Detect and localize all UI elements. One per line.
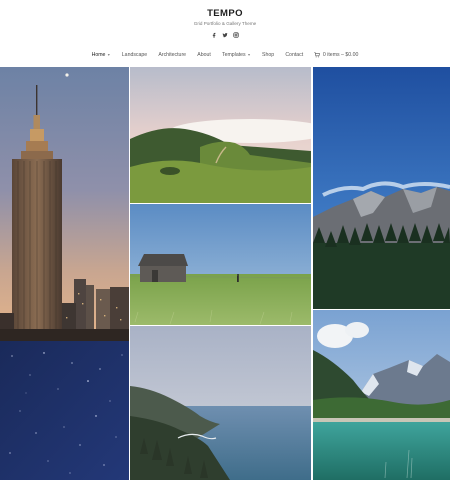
gallery-image-hills[interactable] [130,67,311,203]
site-header: TEMPO Grid Portfolio & Gallery Theme Hom… [0,0,450,67]
chevron-down-icon: ▼ [247,53,251,57]
nav-item-home[interactable]: Home ▼ [92,52,111,58]
nav-item-shop-label: Shop [262,52,275,58]
nav-item-landscape[interactable]: Landscape [122,52,147,58]
lake-photo [313,310,450,480]
site-title[interactable]: TEMPO [0,8,450,19]
coast-photo [130,326,311,480]
twitter-icon[interactable] [222,32,228,38]
gallery-image-barn[interactable] [130,204,311,325]
nav-item-cart[interactable]: 0 items – $0.00 [314,52,358,58]
skyscraper-photo [0,67,129,341]
gallery-image-mountain[interactable] [313,67,450,309]
main-navigation: Home ▼ Landscape Architecture About Temp… [0,52,450,58]
chevron-down-icon: ▼ [107,53,111,57]
nav-item-templates-label: Templates [222,52,246,58]
nav-item-contact-label: Contact [285,52,304,58]
social-links [0,32,450,38]
gallery-image-coast[interactable] [130,326,311,480]
nav-item-contact[interactable]: Contact [285,52,303,58]
cart-icon [314,52,321,58]
instagram-icon[interactable] [233,32,239,38]
nav-item-about[interactable]: About [197,52,211,58]
gallery-image-night-sky[interactable] [0,341,129,480]
nav-item-architecture-label: Architecture [158,52,187,58]
hills-photo [130,67,311,203]
cart-summary: 0 items – $0.00 [322,52,359,58]
night-sky-photo [0,341,129,480]
nav-item-architecture[interactable]: Architecture [158,52,186,58]
nav-item-home-label: Home [91,52,106,58]
site-tagline: Grid Portfolio & Gallery Theme [193,21,257,26]
gallery-image-skyscraper[interactable] [0,67,129,341]
mountain-photo [313,67,450,309]
gallery-image-lake[interactable] [313,310,450,480]
nav-item-about-label: About [197,52,211,58]
nav-item-templates[interactable]: Templates ▼ [222,52,251,58]
nav-item-shop[interactable]: Shop [262,52,274,58]
facebook-icon[interactable] [211,32,217,38]
nav-item-landscape-label: Landscape [121,52,148,58]
barn-photo [130,204,311,325]
